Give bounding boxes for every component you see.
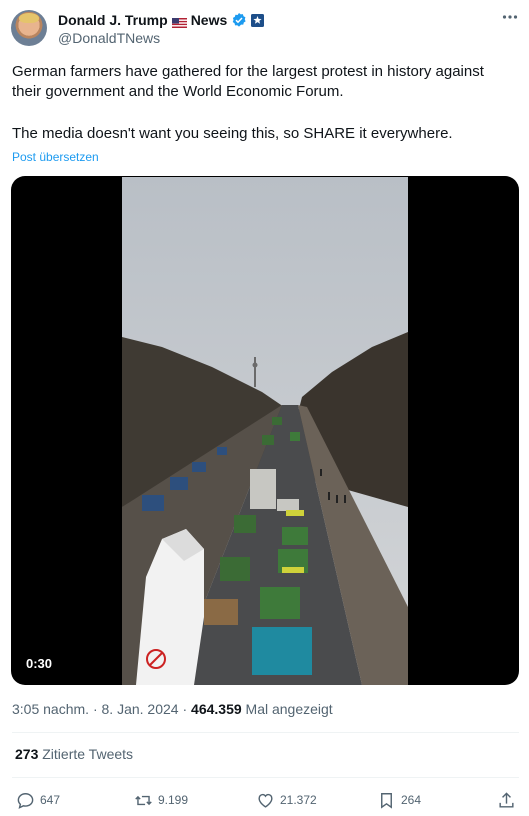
avatar[interactable] — [11, 10, 47, 46]
verified-icon — [231, 12, 247, 28]
video-player[interactable]: 0:30 — [11, 176, 519, 685]
tweet-text-line: The media doesn't want you seeing this, … — [12, 125, 453, 142]
reply-button[interactable]: 647 — [16, 788, 60, 812]
bookmark-count: 264 — [401, 793, 422, 807]
meta-separator: · — [92, 701, 98, 717]
tweet-text: German farmers have gathered for the lar… — [12, 62, 517, 144]
bookmark-icon — [381, 792, 392, 809]
tweet-text-line: German farmers have gathered for the lar… — [12, 63, 484, 100]
author-handle[interactable]: @DonaldTNews — [58, 30, 160, 46]
tweet-meta: 3:05 nachm. · 8. Jan. 2024 · 464.359 Mal… — [12, 701, 333, 717]
translate-link[interactable]: Post übersetzen — [12, 150, 99, 164]
tweet-header: Donald J. Trump News @DonaldTNews — [10, 8, 519, 48]
like-icon — [258, 793, 273, 808]
tweet-time[interactable]: 3:05 nachm. — [12, 701, 89, 717]
retweet-count: 9.199 — [158, 793, 189, 807]
bookmark-button[interactable]: 264 — [377, 788, 421, 812]
quote-label: Zitierte Tweets — [42, 746, 134, 762]
retweet-icon — [135, 795, 152, 805]
reply-count: 647 — [40, 793, 61, 807]
quote-count: 273 — [15, 746, 39, 762]
share-button[interactable] — [497, 788, 516, 812]
share-icon — [499, 791, 514, 808]
divider — [12, 777, 519, 778]
views-label: Mal angezeigt — [245, 701, 333, 717]
display-name[interactable]: Donald J. Trump — [58, 12, 168, 28]
tweet-date[interactable]: 8. Jan. 2024 — [102, 701, 179, 717]
video-duration: 0:30 — [26, 656, 53, 671]
retweet-button[interactable]: 9.199 — [134, 788, 188, 812]
views-count: 464.359 — [191, 701, 242, 717]
gov-icon — [251, 13, 265, 27]
like-count: 21.372 — [280, 793, 317, 807]
quote-tweets-link[interactable]: 273 Zitierte Tweets — [15, 746, 133, 762]
divider — [12, 732, 519, 733]
like-button[interactable]: 21.372 — [256, 788, 317, 812]
author-name-row[interactable]: Donald J. Trump News — [58, 11, 265, 29]
display-name-suffix[interactable]: News — [191, 12, 228, 28]
action-bar: 647 9.199 21.372 264 — [0, 788, 529, 812]
flag-icon — [171, 15, 187, 28]
reply-icon — [17, 792, 34, 809]
video-frame — [122, 177, 408, 685]
more-icon[interactable] — [501, 8, 519, 26]
meta-separator: · — [182, 701, 188, 717]
